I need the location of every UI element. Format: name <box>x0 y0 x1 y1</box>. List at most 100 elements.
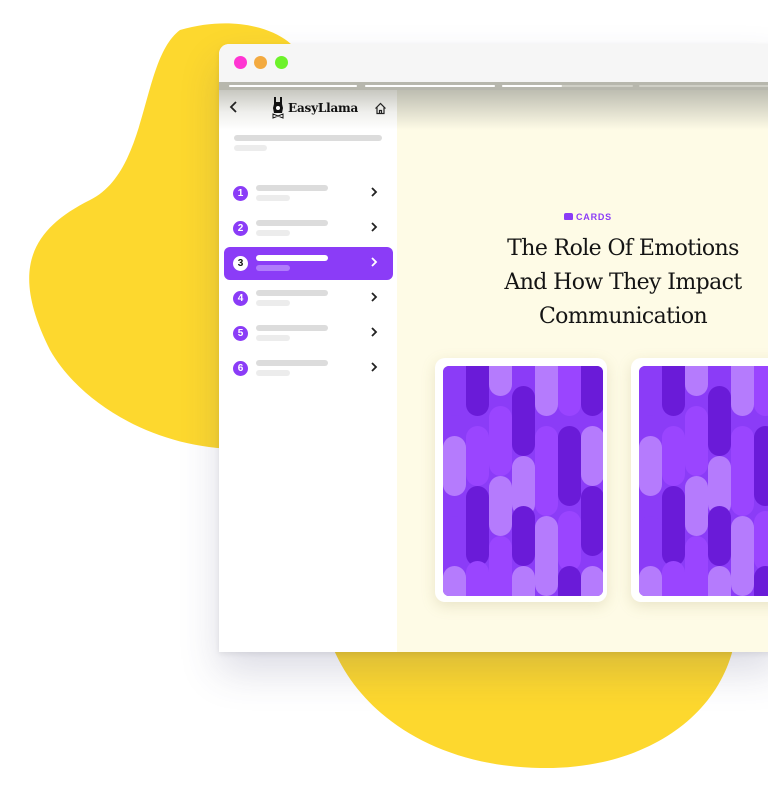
close-button[interactable] <box>234 56 247 69</box>
pattern-pill <box>512 506 535 566</box>
lesson-title-placeholder <box>256 255 328 261</box>
pattern-pill <box>466 426 489 486</box>
lesson-item-2[interactable]: 2 <box>224 212 393 245</box>
pattern-pill <box>489 366 512 396</box>
lesson-subtitle-placeholder <box>256 265 290 271</box>
progress-segment <box>639 85 768 87</box>
lesson-number-badge: 6 <box>233 361 248 376</box>
course-subtitle-placeholder <box>234 145 267 151</box>
pattern-pill <box>466 366 489 416</box>
lesson-title-placeholder <box>256 325 328 331</box>
pattern-pill <box>512 566 535 596</box>
pattern-pill <box>558 511 581 571</box>
sidebar-header: EasyLlama <box>219 90 397 130</box>
lesson-item-3[interactable]: 3 <box>224 247 393 280</box>
pattern-pill <box>662 486 685 566</box>
pattern-pill <box>581 426 603 486</box>
card-back-pattern <box>639 366 768 596</box>
lesson-title-placeholder <box>256 290 328 296</box>
lesson-item-4[interactable]: 4 <box>224 282 393 315</box>
chevron-right-icon <box>371 222 378 232</box>
lesson-subtitle-placeholder <box>256 335 290 341</box>
pattern-pill <box>685 366 708 396</box>
pattern-pill <box>662 561 685 596</box>
pattern-pill <box>708 566 731 596</box>
progress-fill <box>365 85 495 87</box>
progress-fill <box>229 85 357 87</box>
pattern-pill <box>685 406 708 476</box>
progress-segment <box>365 85 495 87</box>
course-title-placeholder <box>234 135 382 141</box>
window-titlebar <box>219 44 768 82</box>
pattern-pill <box>581 366 603 416</box>
pattern-pill <box>731 516 754 596</box>
pattern-pill <box>558 566 581 596</box>
pattern-pill <box>685 536 708 596</box>
pattern-pill <box>731 366 754 416</box>
pattern-pill <box>639 366 662 416</box>
lesson-sidebar: EasyLlama 1 2 3 4 5 6 <box>219 90 397 652</box>
lesson-title-placeholder <box>256 185 328 191</box>
content-type-tag: CARDS <box>397 212 768 222</box>
pattern-pill <box>581 486 603 556</box>
maximize-button[interactable] <box>275 56 288 69</box>
pattern-pill <box>535 426 558 516</box>
pattern-pill <box>662 426 685 486</box>
lesson-subtitle-placeholder <box>256 230 290 236</box>
chevron-left-icon <box>229 101 237 113</box>
pattern-pill <box>535 516 558 596</box>
pattern-pill <box>685 476 708 536</box>
card-back-pattern <box>443 366 603 596</box>
chevron-right-icon <box>371 257 378 267</box>
progress-segment <box>502 85 633 87</box>
home-icon <box>375 102 386 115</box>
pattern-pill <box>535 366 558 416</box>
lesson-item-1[interactable]: 1 <box>224 177 393 210</box>
lesson-number-badge: 2 <box>233 221 248 236</box>
chevron-right-icon <box>371 327 378 337</box>
lesson-item-5[interactable]: 5 <box>224 317 393 350</box>
pattern-pill <box>558 366 581 416</box>
title-line: Communication <box>538 304 708 329</box>
title-line: And How They Impact <box>504 270 742 295</box>
course-progress-bar <box>219 82 768 90</box>
easyllama-logo[interactable]: EasyLlama <box>271 96 358 120</box>
pattern-pill <box>708 506 731 566</box>
pattern-pill <box>443 436 466 496</box>
cards-icon <box>563 213 573 220</box>
lesson-content: CARDS The Role Of Emotions And How They … <box>397 90 768 652</box>
browser-window: EasyLlama 1 2 3 4 5 6 CARDS The Role Of Emoti… <box>219 44 768 652</box>
lesson-number-badge: 5 <box>233 326 248 341</box>
progress-fill <box>502 85 563 87</box>
pattern-pill <box>443 566 466 596</box>
title-line: The Role Of Emotions <box>507 236 739 261</box>
pattern-pill <box>708 386 731 456</box>
flashcard-1[interactable] <box>435 358 607 602</box>
chevron-right-icon <box>371 292 378 302</box>
flashcard-2[interactable] <box>631 358 768 602</box>
minimize-button[interactable] <box>254 56 267 69</box>
home-button[interactable] <box>374 102 387 120</box>
logo-text: EasyLlama <box>288 101 359 115</box>
lesson-item-6[interactable]: 6 <box>224 352 393 385</box>
lesson-subtitle-placeholder <box>256 370 290 376</box>
pattern-pill <box>489 406 512 476</box>
lesson-number-badge: 4 <box>233 291 248 306</box>
lesson-subtitle-placeholder <box>256 195 290 201</box>
pattern-pill <box>466 561 489 596</box>
header-shade <box>397 90 768 130</box>
pattern-pill <box>754 366 768 416</box>
pattern-pill <box>443 366 466 416</box>
tag-label: CARDS <box>575 212 612 222</box>
progress-segment <box>229 85 357 87</box>
pattern-pill <box>489 476 512 536</box>
lesson-title-placeholder <box>256 220 328 226</box>
pattern-pill <box>754 426 768 506</box>
lesson-title: The Role Of Emotions And How They Impact… <box>417 232 768 334</box>
pattern-pill <box>558 426 581 506</box>
pattern-pill <box>581 566 603 596</box>
chevron-right-icon <box>371 187 378 197</box>
back-button[interactable] <box>229 100 239 117</box>
lesson-title-placeholder <box>256 360 328 366</box>
pattern-pill <box>731 426 754 516</box>
